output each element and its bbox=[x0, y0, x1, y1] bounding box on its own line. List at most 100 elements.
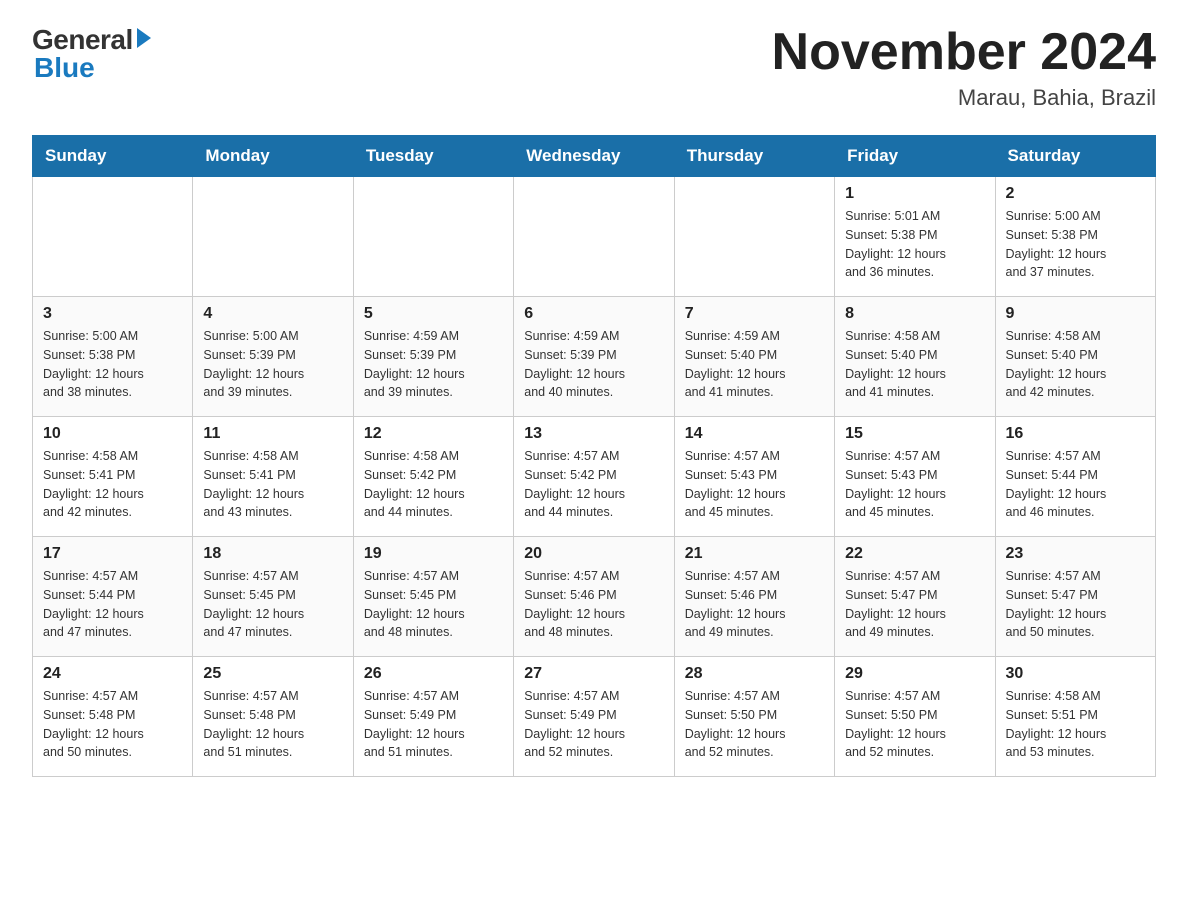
day-info: Sunrise: 4:57 AMSunset: 5:44 PMDaylight:… bbox=[1006, 447, 1145, 522]
day-number: 2 bbox=[1006, 185, 1145, 203]
day-info: Sunrise: 5:00 AMSunset: 5:38 PMDaylight:… bbox=[1006, 207, 1145, 282]
day-info: Sunrise: 4:57 AMSunset: 5:49 PMDaylight:… bbox=[524, 687, 663, 762]
weekday-header-tuesday: Tuesday bbox=[353, 136, 513, 177]
day-info: Sunrise: 4:58 AMSunset: 5:51 PMDaylight:… bbox=[1006, 687, 1145, 762]
weekday-header-saturday: Saturday bbox=[995, 136, 1155, 177]
week-row-3: 10 Sunrise: 4:58 AMSunset: 5:41 PMDayligh… bbox=[33, 417, 1156, 537]
calendar-cell: 12Sunrise: 4:58 AMSunset: 5:42 PMDayligh… bbox=[353, 417, 513, 537]
day-info: Sunrise: 4:57 AMSunset: 5:43 PMDaylight:… bbox=[685, 447, 824, 522]
day-number: 15 bbox=[845, 425, 984, 443]
calendar-cell: 2 Sunrise: 5:00 AMSunset: 5:38 PMDaylight… bbox=[995, 177, 1155, 297]
day-number: 8 bbox=[845, 305, 984, 323]
day-info: Sunrise: 5:01 AMSunset: 5:38 PMDaylight:… bbox=[845, 207, 984, 282]
calendar-cell: 30 Sunrise: 4:58 AMSunset: 5:51 PMDayligh… bbox=[995, 657, 1155, 777]
day-info: Sunrise: 4:58 AMSunset: 5:40 PMDaylight:… bbox=[845, 327, 984, 402]
day-number: 29 bbox=[845, 665, 984, 683]
calendar-cell: 27Sunrise: 4:57 AMSunset: 5:49 PMDayligh… bbox=[514, 657, 674, 777]
day-number: 18 bbox=[203, 545, 342, 563]
weekday-header-monday: Monday bbox=[193, 136, 353, 177]
calendar-cell: 10 Sunrise: 4:58 AMSunset: 5:41 PMDayligh… bbox=[33, 417, 193, 537]
calendar-cell bbox=[514, 177, 674, 297]
title-area: November 2024 Marau, Bahia, Brazil bbox=[772, 24, 1156, 111]
day-info: Sunrise: 4:57 AMSunset: 5:45 PMDaylight:… bbox=[364, 567, 503, 642]
day-info: Sunrise: 4:57 AMSunset: 5:49 PMDaylight:… bbox=[364, 687, 503, 762]
day-number: 24 bbox=[43, 665, 182, 683]
day-info: Sunrise: 4:58 AMSunset: 5:41 PMDaylight:… bbox=[43, 447, 182, 522]
calendar-cell: 14Sunrise: 4:57 AMSunset: 5:43 PMDayligh… bbox=[674, 417, 834, 537]
day-number: 13 bbox=[524, 425, 663, 443]
logo-triangle-icon bbox=[137, 28, 151, 48]
day-info: Sunrise: 4:59 AMSunset: 5:40 PMDaylight:… bbox=[685, 327, 824, 402]
calendar-cell: 22Sunrise: 4:57 AMSunset: 5:47 PMDayligh… bbox=[835, 537, 995, 657]
calendar-cell bbox=[674, 177, 834, 297]
day-info: Sunrise: 4:57 AMSunset: 5:48 PMDaylight:… bbox=[43, 687, 182, 762]
day-number: 23 bbox=[1006, 545, 1145, 563]
week-row-5: 24 Sunrise: 4:57 AMSunset: 5:48 PMDayligh… bbox=[33, 657, 1156, 777]
day-number: 5 bbox=[364, 305, 503, 323]
day-number: 1 bbox=[845, 185, 984, 203]
day-info: Sunrise: 4:57 AMSunset: 5:47 PMDaylight:… bbox=[845, 567, 984, 642]
day-number: 26 bbox=[364, 665, 503, 683]
day-number: 6 bbox=[524, 305, 663, 323]
day-info: Sunrise: 5:00 AMSunset: 5:38 PMDaylight:… bbox=[43, 327, 182, 402]
week-row-2: 3 Sunrise: 5:00 AMSunset: 5:38 PMDaylight… bbox=[33, 297, 1156, 417]
day-info: Sunrise: 4:57 AMSunset: 5:46 PMDaylight:… bbox=[524, 567, 663, 642]
day-number: 25 bbox=[203, 665, 342, 683]
calendar-cell: 3 Sunrise: 5:00 AMSunset: 5:38 PMDaylight… bbox=[33, 297, 193, 417]
day-number: 21 bbox=[685, 545, 824, 563]
day-info: Sunrise: 4:57 AMSunset: 5:44 PMDaylight:… bbox=[43, 567, 182, 642]
calendar-cell: 20 Sunrise: 4:57 AMSunset: 5:46 PMDayligh… bbox=[514, 537, 674, 657]
day-number: 17 bbox=[43, 545, 182, 563]
calendar-table: SundayMondayTuesdayWednesdayThursdayFrid… bbox=[32, 135, 1156, 777]
day-info: Sunrise: 4:59 AMSunset: 5:39 PMDaylight:… bbox=[364, 327, 503, 402]
calendar-cell: 9Sunrise: 4:58 AMSunset: 5:40 PMDaylight… bbox=[995, 297, 1155, 417]
day-number: 7 bbox=[685, 305, 824, 323]
day-info: Sunrise: 4:58 AMSunset: 5:42 PMDaylight:… bbox=[364, 447, 503, 522]
calendar-cell: 28Sunrise: 4:57 AMSunset: 5:50 PMDayligh… bbox=[674, 657, 834, 777]
month-title: November 2024 bbox=[772, 24, 1156, 81]
day-number: 4 bbox=[203, 305, 342, 323]
day-info: Sunrise: 4:57 AMSunset: 5:42 PMDaylight:… bbox=[524, 447, 663, 522]
weekday-header-row: SundayMondayTuesdayWednesdayThursdayFrid… bbox=[33, 136, 1156, 177]
calendar-cell: 16 Sunrise: 4:57 AMSunset: 5:44 PMDayligh… bbox=[995, 417, 1155, 537]
day-number: 11 bbox=[203, 425, 342, 443]
header: General Blue November 2024 Marau, Bahia,… bbox=[32, 24, 1156, 111]
calendar-cell bbox=[193, 177, 353, 297]
week-row-1: 1 Sunrise: 5:01 AMSunset: 5:38 PMDaylight… bbox=[33, 177, 1156, 297]
day-number: 28 bbox=[685, 665, 824, 683]
day-info: Sunrise: 4:57 AMSunset: 5:46 PMDaylight:… bbox=[685, 567, 824, 642]
calendar-cell: 18 Sunrise: 4:57 AMSunset: 5:45 PMDayligh… bbox=[193, 537, 353, 657]
calendar-cell: 4 Sunrise: 5:00 AMSunset: 5:39 PMDaylight… bbox=[193, 297, 353, 417]
day-number: 20 bbox=[524, 545, 663, 563]
day-info: Sunrise: 4:57 AMSunset: 5:50 PMDaylight:… bbox=[845, 687, 984, 762]
calendar-cell bbox=[33, 177, 193, 297]
day-info: Sunrise: 4:58 AMSunset: 5:40 PMDaylight:… bbox=[1006, 327, 1145, 402]
calendar-cell: 24 Sunrise: 4:57 AMSunset: 5:48 PMDayligh… bbox=[33, 657, 193, 777]
location: Marau, Bahia, Brazil bbox=[772, 85, 1156, 111]
day-number: 3 bbox=[43, 305, 182, 323]
calendar-cell bbox=[353, 177, 513, 297]
day-info: Sunrise: 4:59 AMSunset: 5:39 PMDaylight:… bbox=[524, 327, 663, 402]
day-info: Sunrise: 4:57 AMSunset: 5:45 PMDaylight:… bbox=[203, 567, 342, 642]
day-number: 19 bbox=[364, 545, 503, 563]
logo: General Blue bbox=[32, 24, 151, 84]
calendar-cell: 19 Sunrise: 4:57 AMSunset: 5:45 PMDayligh… bbox=[353, 537, 513, 657]
weekday-header-thursday: Thursday bbox=[674, 136, 834, 177]
calendar-cell: 23 Sunrise: 4:57 AMSunset: 5:47 PMDayligh… bbox=[995, 537, 1155, 657]
day-info: Sunrise: 5:00 AMSunset: 5:39 PMDaylight:… bbox=[203, 327, 342, 402]
week-row-4: 17 Sunrise: 4:57 AMSunset: 5:44 PMDayligh… bbox=[33, 537, 1156, 657]
calendar-cell: 15 Sunrise: 4:57 AMSunset: 5:43 PMDayligh… bbox=[835, 417, 995, 537]
day-number: 10 bbox=[43, 425, 182, 443]
day-info: Sunrise: 4:57 AMSunset: 5:43 PMDaylight:… bbox=[845, 447, 984, 522]
calendar-cell: 26 Sunrise: 4:57 AMSunset: 5:49 PMDayligh… bbox=[353, 657, 513, 777]
day-info: Sunrise: 4:57 AMSunset: 5:47 PMDaylight:… bbox=[1006, 567, 1145, 642]
calendar-cell: 7 Sunrise: 4:59 AMSunset: 5:40 PMDaylight… bbox=[674, 297, 834, 417]
day-number: 30 bbox=[1006, 665, 1145, 683]
day-info: Sunrise: 4:58 AMSunset: 5:41 PMDaylight:… bbox=[203, 447, 342, 522]
weekday-header-wednesday: Wednesday bbox=[514, 136, 674, 177]
calendar-cell: 5 Sunrise: 4:59 AMSunset: 5:39 PMDaylight… bbox=[353, 297, 513, 417]
weekday-header-friday: Friday bbox=[835, 136, 995, 177]
day-number: 16 bbox=[1006, 425, 1145, 443]
weekday-header-sunday: Sunday bbox=[33, 136, 193, 177]
calendar-cell: 21 Sunrise: 4:57 AMSunset: 5:46 PMDayligh… bbox=[674, 537, 834, 657]
